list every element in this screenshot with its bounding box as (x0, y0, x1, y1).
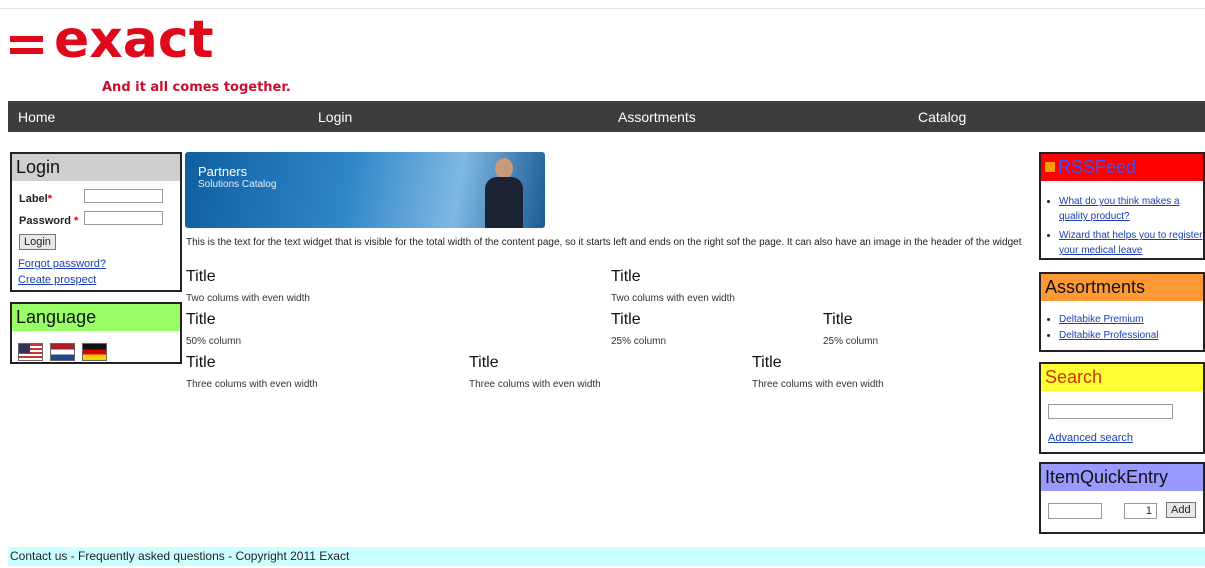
column-text: 25% column (823, 336, 879, 347)
column-text: Three colums with even width (752, 379, 884, 390)
column-text: Two colums with even width (611, 293, 735, 304)
column-title: Title (611, 311, 641, 328)
search-title: Search (1041, 364, 1203, 391)
main-nav: Home Login Assortments Catalog (8, 101, 1205, 132)
footer: Contact us - Frequently asked questions … (8, 547, 1205, 566)
item-quick-entry-widget: ItemQuickEntry 1 Add (1039, 462, 1205, 534)
column-title: Title (469, 354, 499, 371)
rss-header: RSSFeed (1041, 154, 1203, 181)
column-title: Title (611, 268, 641, 285)
column-title: Title (186, 311, 216, 328)
nav-login[interactable]: Login (318, 109, 352, 125)
rss-link[interactable]: Wizard that helps you to register your m… (1059, 230, 1202, 256)
de-flag-icon[interactable] (82, 343, 107, 361)
rss-link[interactable]: What do you think makes a quality produc… (1059, 196, 1180, 222)
rss-title: RSSFeed (1058, 157, 1137, 177)
assortment-link[interactable]: Deltabike Premium (1059, 314, 1143, 325)
nl-flag-icon[interactable] (50, 343, 75, 361)
nav-assortments[interactable]: Assortments (618, 109, 696, 125)
rss-list: What do you think makes a quality produc… (1049, 194, 1205, 262)
nav-catalog[interactable]: Catalog (918, 109, 966, 125)
column-text: 25% column (611, 336, 667, 347)
column-title: Title (752, 354, 782, 371)
search-widget: Search Advanced search (1039, 362, 1205, 454)
login-title: Login (12, 154, 180, 181)
list-item: Wizard that helps you to register your m… (1059, 228, 1205, 258)
logo-equals-mark (10, 36, 43, 60)
column-text: 50% column (186, 336, 242, 347)
quantity-input[interactable]: 1 (1124, 503, 1157, 519)
partners-banner: Partners Solutions Catalog (185, 152, 545, 228)
list-item: Deltabike Premium (1059, 312, 1159, 328)
login-widget: Login Label* Password * Login Forgot pas… (10, 152, 182, 292)
rss-icon (1045, 162, 1055, 173)
us-flag-icon[interactable] (18, 343, 43, 361)
column-text: Three colums with even width (186, 379, 318, 390)
tagline: And it all comes together. (102, 80, 291, 95)
advanced-search-link[interactable]: Advanced search (1048, 432, 1133, 444)
login-button[interactable]: Login (19, 234, 56, 250)
language-widget: Language (10, 302, 182, 364)
forgot-password-link[interactable]: Forgot password? (18, 258, 106, 270)
businessman-image (485, 158, 523, 228)
column-title: Title (186, 268, 216, 285)
language-title: Language (12, 304, 180, 331)
password-field-label: Password * (19, 215, 79, 227)
page: exact And it all comes together. Home Lo… (0, 0, 1205, 568)
list-item: What do you think makes a quality produc… (1059, 194, 1205, 224)
label-field-label: Label* (19, 193, 53, 205)
list-item: Deltabike Professional (1059, 328, 1159, 344)
assortments-title: Assortments (1041, 274, 1203, 301)
column-text: Two colums with even width (186, 293, 310, 304)
create-prospect-link[interactable]: Create prospect (18, 274, 96, 286)
add-button[interactable]: Add (1166, 502, 1196, 518)
banner-subtitle: Solutions Catalog (198, 179, 277, 190)
item-code-input[interactable] (1048, 503, 1102, 519)
banner-title: Partners (198, 164, 248, 179)
logo-word: exact (54, 10, 214, 70)
text-widget: This is the text for the text widget tha… (186, 237, 1022, 248)
label-input[interactable] (84, 189, 163, 203)
nav-home[interactable]: Home (18, 109, 55, 125)
password-input[interactable] (84, 211, 163, 225)
search-input[interactable] (1048, 404, 1173, 419)
rss-widget: RSSFeed What do you think makes a qualit… (1039, 152, 1205, 260)
column-text: Three colums with even width (469, 379, 601, 390)
quick-entry-title: ItemQuickEntry (1041, 464, 1203, 491)
column-title: Title (823, 311, 853, 328)
assortments-widget: Assortments Deltabike Premium Deltabike … (1039, 272, 1205, 352)
top-divider (0, 8, 1205, 9)
assortment-link[interactable]: Deltabike Professional (1059, 330, 1159, 341)
column-title: Title (186, 354, 216, 371)
assortments-list: Deltabike Premium Deltabike Professional (1049, 312, 1159, 344)
